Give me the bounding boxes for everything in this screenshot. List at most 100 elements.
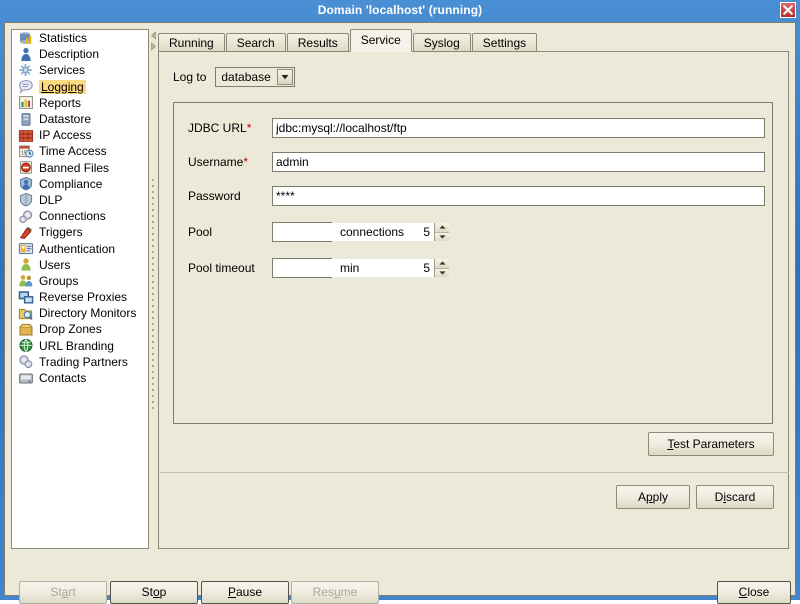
- sidebar-item-groups[interactable]: Groups: [12, 273, 148, 289]
- password-label: Password: [188, 189, 241, 203]
- tabbed-panel: Running Search Results Service Syslog Setting…: [158, 29, 789, 549]
- stepper-up-icon[interactable]: [435, 259, 449, 268]
- sidebar-item-reverse-proxies[interactable]: Reverse Proxies: [12, 289, 148, 305]
- tab-search[interactable]: Search: [225, 33, 286, 52]
- log-to-label: Log to: [173, 70, 207, 84]
- time-access-icon: 15: [18, 144, 34, 159]
- sidebar-item-drop-zones[interactable]: Drop Zones: [12, 321, 148, 337]
- directory-monitors-icon: [18, 306, 34, 321]
- tab-syslog[interactable]: Syslog: [412, 33, 471, 52]
- sidebar-item-label: Statistics: [39, 31, 88, 46]
- reverse-proxies-icon: [18, 290, 34, 305]
- tab-running[interactable]: Running: [158, 33, 225, 52]
- sidebar-item-label: Users: [39, 257, 71, 272]
- authentication-icon: [18, 241, 34, 256]
- sidebar-item-label: Authentication: [39, 241, 116, 256]
- jdbc-url-input[interactable]: [272, 118, 765, 138]
- sidebar-item-trading-partners[interactable]: Trading Partners: [12, 354, 148, 370]
- sidebar-item-dlp[interactable]: DLP: [12, 192, 148, 208]
- sidebar-item-logging[interactable]: Logging: [12, 79, 148, 95]
- pool-timeout-stepper-buttons[interactable]: [434, 259, 449, 277]
- pool-stepper[interactable]: [272, 222, 449, 242]
- username-label: Username*: [188, 155, 249, 169]
- statistics-icon: [18, 31, 34, 46]
- pause-button[interactable]: Pause: [201, 581, 289, 604]
- sidebar-item-contacts[interactable]: Contacts: [12, 370, 148, 386]
- start-button[interactable]: Start: [19, 581, 107, 604]
- apply-button[interactable]: Apply: [616, 485, 690, 509]
- sidebar-item-time-access[interactable]: 15 Time Access: [12, 143, 148, 159]
- jdbc-url-row: JDBC URL*: [188, 117, 765, 139]
- services-icon: [18, 63, 34, 78]
- username-row: Username*: [188, 151, 765, 173]
- navigation-sidebar[interactable]: Statistics Description Services Logging Repo…: [11, 29, 149, 549]
- application-window: Domain 'localhost' (running) Statistics D…: [0, 0, 800, 604]
- test-parameters-button[interactable]: Test Parameters: [648, 432, 774, 456]
- sidebar-item-label: Connections: [39, 209, 106, 224]
- description-icon: [18, 47, 34, 62]
- pool-timeout-stepper[interactable]: [272, 258, 449, 278]
- sidebar-item-url-branding[interactable]: URL Branding: [12, 338, 148, 354]
- sidebar-item-compliance[interactable]: Compliance: [12, 176, 148, 192]
- sidebar-item-label: Description: [39, 47, 100, 62]
- password-input[interactable]: [272, 186, 765, 206]
- log-to-dropdown[interactable]: database: [215, 67, 295, 87]
- split-pane-divider[interactable]: [149, 29, 158, 549]
- sidebar-item-label: Contacts: [39, 371, 87, 386]
- banned-files-icon: [18, 160, 34, 175]
- sidebar-item-label: DLP: [39, 192, 63, 207]
- sidebar-list: Statistics Description Services Logging Repo…: [12, 30, 148, 386]
- stop-button[interactable]: Stop: [110, 581, 198, 604]
- pool-stepper-buttons[interactable]: [434, 223, 449, 241]
- sidebar-item-statistics[interactable]: Statistics: [12, 30, 148, 46]
- log-to-row: Log to database: [173, 67, 295, 87]
- divider-grip[interactable]: [152, 179, 154, 409]
- tab-strip: Running Search Results Service Syslog Setting…: [158, 29, 789, 52]
- database-settings-group: JDBC URL* Username* Password Pool: [173, 102, 773, 424]
- sidebar-item-datastore[interactable]: Datastore: [12, 111, 148, 127]
- close-x-icon[interactable]: [780, 2, 796, 18]
- close-button[interactable]: Close: [717, 581, 791, 604]
- window-title: Domain 'localhost' (running): [317, 3, 483, 17]
- tab-results[interactable]: Results: [286, 33, 349, 52]
- chevron-down-icon[interactable]: [276, 69, 293, 85]
- tab-settings[interactable]: Settings: [471, 33, 538, 52]
- sidebar-item-label: Reports: [39, 95, 82, 110]
- stepper-up-icon[interactable]: [435, 223, 449, 232]
- sidebar-item-label: Drop Zones: [39, 322, 102, 337]
- username-input[interactable]: [272, 152, 765, 172]
- stepper-down-icon[interactable]: [435, 231, 449, 241]
- sidebar-item-connections[interactable]: Connections: [12, 208, 148, 224]
- sidebar-item-reports[interactable]: Reports: [12, 95, 148, 111]
- trading-partners-icon: [18, 354, 34, 369]
- password-row: Password: [188, 185, 765, 207]
- sidebar-item-ip-access[interactable]: IP Access: [12, 127, 148, 143]
- sidebar-item-banned-files[interactable]: Banned Files: [12, 160, 148, 176]
- triggers-icon: [18, 225, 34, 240]
- sidebar-item-authentication[interactable]: Authentication: [12, 240, 148, 256]
- groups-icon: [18, 273, 34, 288]
- sidebar-item-label: Triggers: [39, 225, 83, 240]
- ip-access-icon: [18, 128, 34, 143]
- discard-button[interactable]: Discard: [696, 485, 774, 509]
- sidebar-item-services[interactable]: Services: [12, 62, 148, 78]
- url-branding-icon: [18, 338, 34, 353]
- sidebar-item-triggers[interactable]: Triggers: [12, 224, 148, 240]
- sidebar-item-label: Time Access: [39, 144, 107, 159]
- sidebar-item-users[interactable]: Users: [12, 257, 148, 273]
- title-bar: Domain 'localhost' (running): [0, 0, 800, 20]
- stepper-down-icon[interactable]: [435, 267, 449, 277]
- divider-collapse-arrows[interactable]: [150, 31, 157, 53]
- sidebar-item-label: IP Access: [39, 128, 92, 143]
- sidebar-item-directory-monitors[interactable]: Directory Monitors: [12, 305, 148, 321]
- sidebar-item-label: URL Branding: [39, 338, 114, 353]
- sidebar-item-label: Banned Files: [39, 160, 110, 175]
- logging-icon: [18, 79, 34, 95]
- sidebar-item-label: Groups: [39, 273, 79, 288]
- resume-button[interactable]: Resume: [291, 581, 379, 604]
- sidebar-item-description[interactable]: Description: [12, 46, 148, 62]
- tab-service[interactable]: Service: [349, 29, 412, 52]
- sidebar-item-label: Directory Monitors: [39, 306, 137, 321]
- sidebar-item-label: Datastore: [39, 112, 92, 127]
- sidebar-item-label: Logging: [39, 79, 86, 94]
